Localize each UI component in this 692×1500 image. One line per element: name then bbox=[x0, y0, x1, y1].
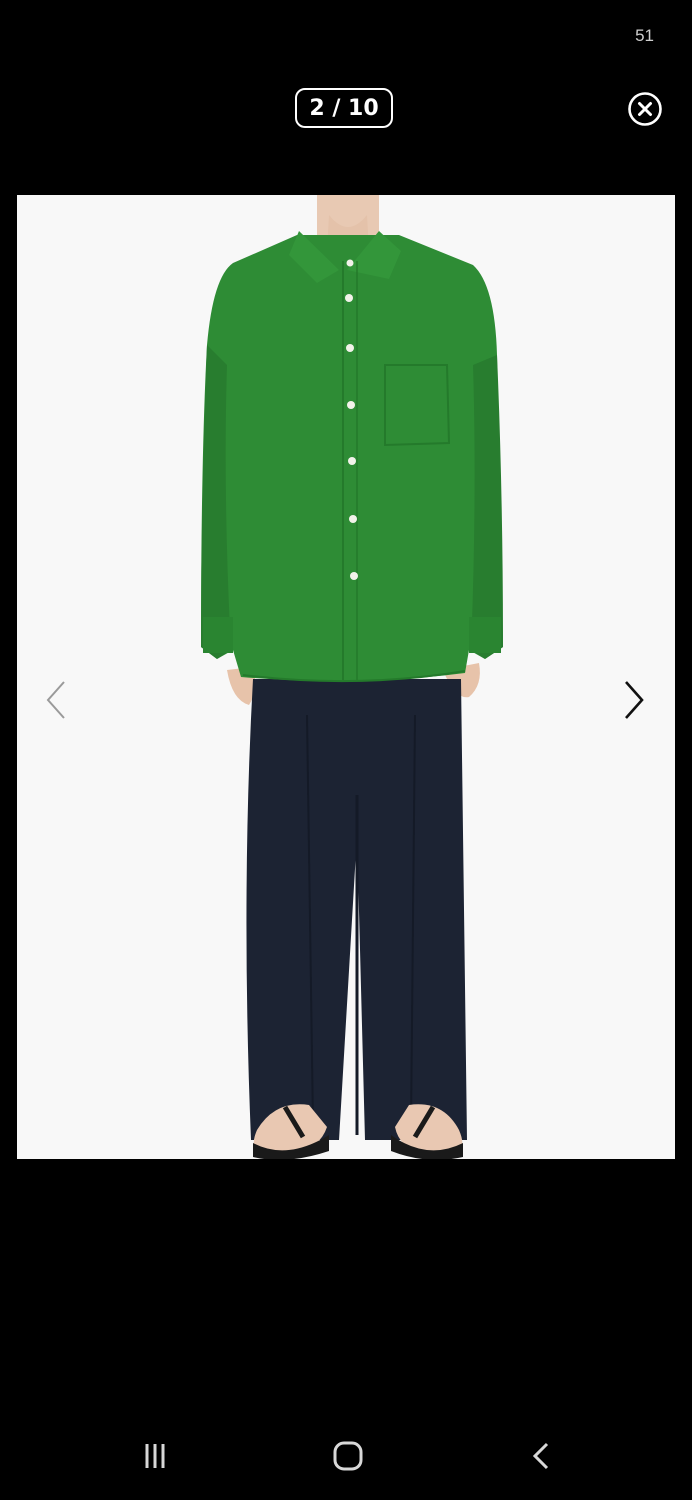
back-icon bbox=[532, 1442, 549, 1470]
system-navigation-bar bbox=[0, 1418, 692, 1500]
home-icon bbox=[333, 1441, 363, 1471]
image-counter: 2 / 10 bbox=[295, 88, 393, 128]
chevron-right-icon bbox=[625, 681, 644, 719]
close-circle-icon bbox=[628, 92, 662, 126]
product-photo bbox=[17, 195, 675, 1159]
close-button[interactable] bbox=[627, 91, 663, 127]
chevron-left-icon bbox=[46, 681, 65, 719]
home-button[interactable] bbox=[326, 1438, 370, 1474]
recents-icon bbox=[145, 1444, 165, 1468]
product-image[interactable] bbox=[17, 195, 675, 1159]
recents-button[interactable] bbox=[133, 1438, 177, 1474]
status-bar-number: 51 bbox=[635, 26, 654, 45]
back-button[interactable] bbox=[520, 1438, 564, 1474]
previous-image-button[interactable] bbox=[42, 680, 72, 720]
next-image-button[interactable] bbox=[620, 680, 650, 720]
